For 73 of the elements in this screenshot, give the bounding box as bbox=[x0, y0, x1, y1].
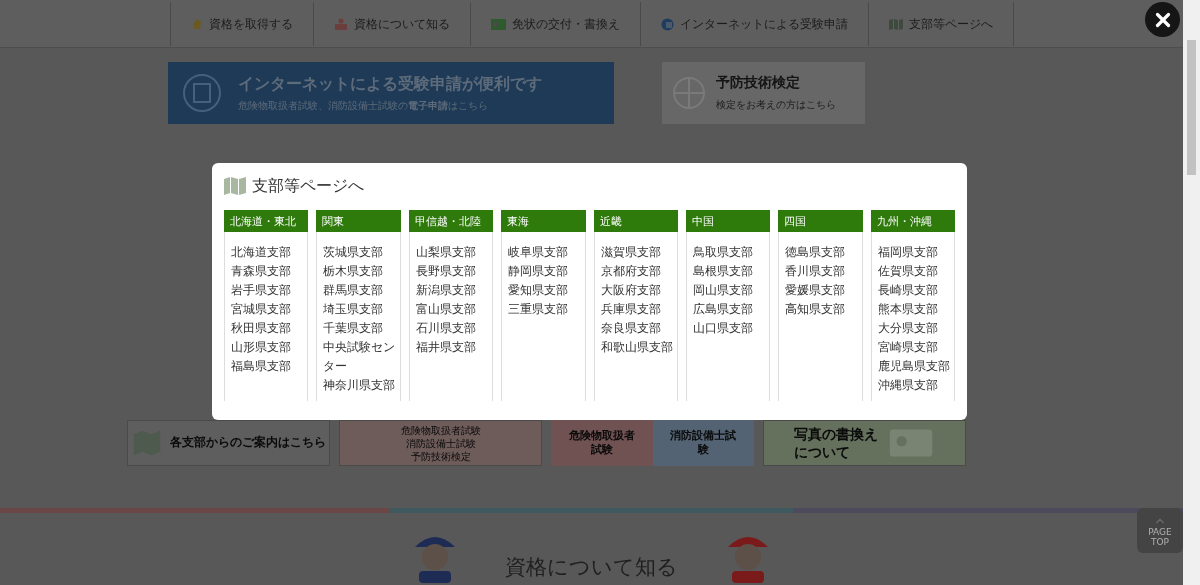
branch-link[interactable]: 広島県支部 bbox=[692, 300, 770, 319]
branch-link[interactable]: 千葉県支部 bbox=[323, 319, 400, 338]
branch-link[interactable]: 栃木県支部 bbox=[323, 262, 400, 281]
branch-link[interactable]: 香川県支部 bbox=[785, 262, 862, 281]
branch-link[interactable]: 沖縄県支部 bbox=[877, 376, 954, 395]
region-header: 甲信越・北陸 bbox=[408, 210, 494, 232]
card-text: 写真の書換え bbox=[793, 424, 878, 443]
branch-link[interactable]: 埼玉県支部 bbox=[323, 300, 400, 319]
branch-link[interactable]: 鳥取県支部 bbox=[692, 243, 770, 262]
card-text: 予防技術検定 bbox=[409, 449, 472, 463]
region-header: 関東 bbox=[316, 210, 401, 232]
branch-link[interactable]: 鹿児島県支部 bbox=[877, 357, 954, 376]
region-header: 近畿 bbox=[593, 210, 678, 232]
branch-link[interactable]: 和歌山県支部 bbox=[600, 338, 677, 357]
people-icon bbox=[333, 18, 348, 30]
branch-link[interactable]: 新潟県支部 bbox=[415, 281, 493, 300]
card-icon bbox=[490, 18, 506, 30]
branch-link[interactable]: 静岡県支部 bbox=[508, 262, 585, 281]
scrollbar-thumb[interactable] bbox=[1187, 40, 1196, 175]
branch-link[interactable]: 岡山県支部 bbox=[692, 281, 770, 300]
branch-link[interactable]: 山口県支部 bbox=[692, 319, 770, 338]
modal-title: 支部等ページへ bbox=[252, 175, 364, 197]
branch-link[interactable]: 島根県支部 bbox=[692, 262, 770, 281]
branch-link[interactable]: 高知県支部 bbox=[785, 300, 862, 319]
branch-link[interactable]: 福島県支部 bbox=[231, 357, 308, 376]
branch-link[interactable]: 三重県支部 bbox=[508, 300, 585, 319]
region-header: 中国 bbox=[685, 210, 771, 232]
map-icon bbox=[224, 177, 246, 195]
banner-title: インターネットによる受験申請が便利です bbox=[238, 73, 542, 95]
card-text: 危険物取扱者試験 bbox=[400, 423, 481, 437]
branch-link[interactable]: 大阪府支部 bbox=[600, 281, 677, 300]
branch-link[interactable]: 中央試験センター bbox=[323, 338, 400, 376]
region-header: 北海道・東北 bbox=[224, 210, 309, 232]
branch-link[interactable]: 石川県支部 bbox=[415, 319, 493, 338]
branch-link[interactable]: 愛媛県支部 bbox=[785, 281, 862, 300]
branch-link[interactable]: 熊本県支部 bbox=[877, 300, 954, 319]
branch-link[interactable]: 長野県支部 bbox=[415, 262, 493, 281]
photo-renewal-card[interactable]: 写真の書換え について bbox=[763, 420, 966, 466]
branch-link[interactable]: 長崎県支部 bbox=[877, 281, 954, 300]
branch-link[interactable]: 兵庫県支部 bbox=[600, 300, 677, 319]
page-top-button[interactable]: PAGE TOP bbox=[1137, 508, 1183, 553]
branch-link[interactable]: 岐阜県支部 bbox=[508, 243, 585, 262]
branch-link[interactable]: 青森県支部 bbox=[231, 262, 308, 281]
region-header: 東海 bbox=[501, 210, 586, 232]
document-icon bbox=[182, 73, 222, 113]
branch-link[interactable]: 佐賀県支部 bbox=[877, 262, 954, 281]
branch-link[interactable]: 富山県支部 bbox=[415, 300, 493, 319]
region-header: 九州・沖縄 bbox=[870, 210, 955, 232]
branch-link[interactable]: 福岡県支部 bbox=[877, 243, 954, 262]
branch-link[interactable]: 秋田県支部 bbox=[231, 319, 308, 338]
branch-link[interactable]: 茨城県支部 bbox=[323, 243, 400, 262]
branch-link[interactable]: 大分県支部 bbox=[877, 319, 954, 338]
card-text: について bbox=[793, 443, 851, 462]
branch-link[interactable]: 宮崎県支部 bbox=[877, 338, 954, 357]
branch-link[interactable]: 山梨県支部 bbox=[415, 243, 493, 262]
branch-link[interactable]: 神奈川県支部 bbox=[323, 376, 400, 395]
branch-link[interactable]: 群馬県支部 bbox=[323, 281, 400, 300]
banner-title: 予防技術検定 bbox=[716, 74, 801, 92]
branch-link[interactable]: 滋賀県支部 bbox=[600, 243, 677, 262]
branch-link[interactable]: 徳島県支部 bbox=[785, 243, 862, 262]
card-text: 各支部からのご案内はこちら bbox=[169, 435, 326, 451]
branch-link[interactable]: 福井県支部 bbox=[415, 338, 493, 357]
region-header: 四国 bbox=[778, 210, 863, 232]
card-text: 消防設備士試験 bbox=[404, 436, 477, 450]
section-heading: 資格について知る bbox=[505, 554, 678, 581]
branch-link[interactable]: 北海道支部 bbox=[231, 243, 308, 262]
map-icon bbox=[888, 18, 903, 30]
branch-link[interactable]: 山形県支部 bbox=[231, 338, 308, 357]
branch-link[interactable]: 奈良県支部 bbox=[600, 319, 677, 338]
branch-link[interactable]: 愛知県支部 bbox=[508, 281, 585, 300]
branch-link[interactable]: 岩手県支部 bbox=[231, 281, 308, 300]
branch-link[interactable]: 宮城県支部 bbox=[231, 300, 308, 319]
branch-link[interactable]: 京都府支部 bbox=[600, 262, 677, 281]
